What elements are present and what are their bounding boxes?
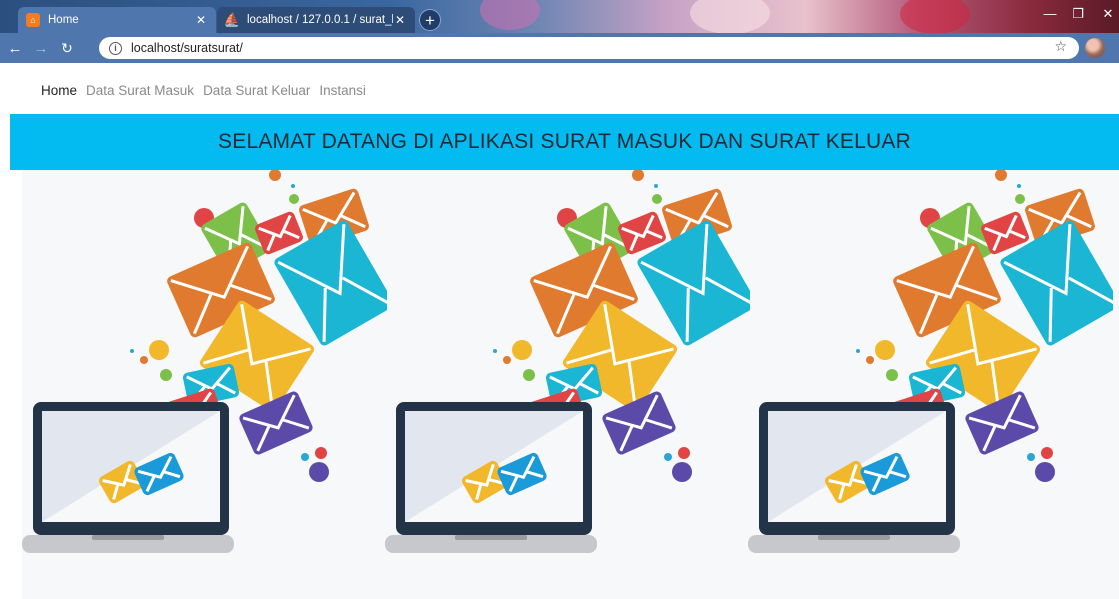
nav-link-instansi[interactable]: Instansi — [319, 83, 366, 98]
tab-title: Home — [48, 14, 79, 26]
wallpaper-flower — [480, 0, 540, 30]
laptop-envelopes-illustration — [748, 170, 1113, 553]
new-tab-button[interactable]: + — [419, 9, 441, 31]
wallpaper-flower — [690, 0, 770, 33]
browser-tab-strip: ⌂ Home ✕ ⛵ localhost / 127.0.0.1 / surat… — [0, 0, 1119, 33]
laptop-envelopes-illustration — [22, 170, 387, 553]
back-arrow-icon[interactable]: ← — [4, 40, 26, 57]
reload-icon[interactable]: ↻ — [56, 40, 78, 57]
close-icon[interactable]: ✕ — [393, 13, 407, 27]
profile-avatar[interactable] — [1085, 38, 1105, 58]
banner-title: SELAMAT DATANG DI APLIKASI SURAT MASUK D… — [218, 130, 911, 153]
tab-phpmyadmin[interactable]: ⛵ localhost / 127.0.0.1 / surat_kuis ✕ — [217, 7, 415, 33]
welcome-banner: SELAMAT DATANG DI APLIKASI SURAT MASUK D… — [10, 114, 1119, 170]
address-bar[interactable]: i localhost/suratsurat/ ☆ — [99, 37, 1079, 59]
nav-link-home[interactable]: Home — [41, 83, 77, 98]
tab-home[interactable]: ⌂ Home ✕ — [18, 7, 216, 33]
nav-link-data-surat-masuk[interactable]: Data Surat Masuk — [86, 83, 194, 98]
window-close-icon[interactable]: ✕ — [1096, 6, 1119, 22]
bookmark-star-icon[interactable]: ☆ — [1054, 38, 1067, 55]
tab-title: localhost / 127.0.0.1 / surat_kuis — [247, 14, 393, 26]
laptop-envelopes-illustration — [385, 170, 750, 553]
info-icon[interactable]: i — [109, 41, 122, 55]
phpmyadmin-favicon-icon: ⛵ — [223, 12, 241, 27]
page-content: Home Data Surat Masuk Data Surat Keluar … — [0, 63, 1119, 599]
browser-toolbar: ← → ↻ i localhost/suratsurat/ ☆ — [0, 33, 1119, 63]
minimize-icon[interactable]: — — [1038, 6, 1062, 21]
nav-link-data-surat-keluar[interactable]: Data Surat Keluar — [203, 83, 310, 98]
forward-arrow-icon[interactable]: → — [30, 40, 52, 57]
hero-illustration-strip — [22, 170, 1119, 599]
address-url: localhost/suratsurat/ — [131, 41, 243, 55]
close-icon[interactable]: ✕ — [194, 13, 208, 27]
home-favicon-icon: ⌂ — [26, 13, 40, 27]
wallpaper-flower — [900, 0, 970, 33]
maximize-icon[interactable]: ❐ — [1066, 6, 1090, 22]
site-navbar: Home Data Surat Masuk Data Surat Keluar … — [41, 83, 375, 98]
